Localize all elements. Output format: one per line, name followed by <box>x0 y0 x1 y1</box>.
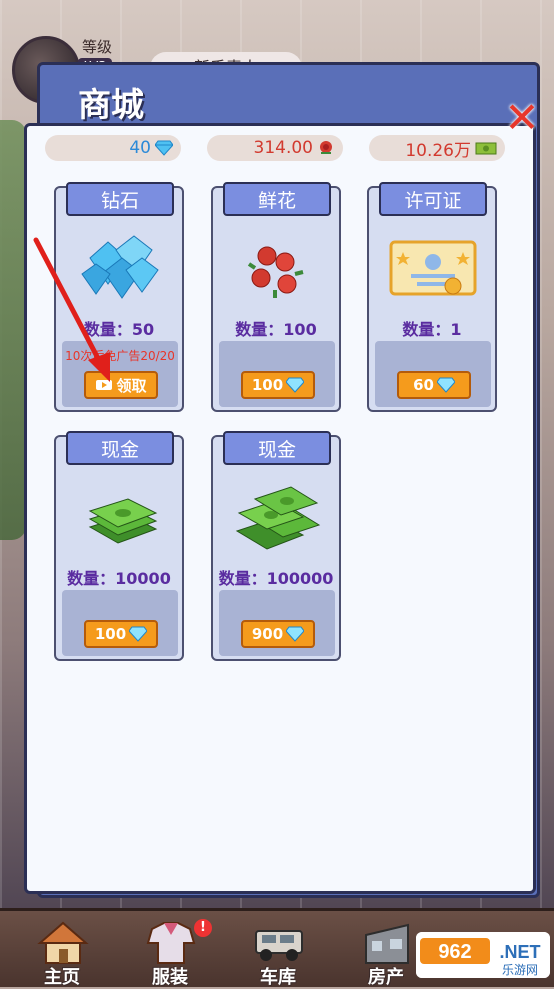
nav-clothing-label: 服装 <box>152 967 188 988</box>
item-footer: 10次后免广告20/20 领取 <box>62 341 178 407</box>
building-icon <box>365 923 409 964</box>
diamond-icon <box>155 140 173 156</box>
item-quantity: 数量：100000 <box>218 569 334 588</box>
item-quantity: 数量：50 <box>83 320 155 339</box>
nav-home-label: 主页 <box>44 967 80 988</box>
clothes-icon <box>146 922 196 964</box>
shop-item-license: 许可证 数量：1 60 <box>367 182 497 412</box>
certificate-icon <box>389 240 477 296</box>
diamond-pile-icon <box>81 235 159 299</box>
item-quantity: 数量：100 <box>235 320 317 339</box>
price-label: 60 <box>413 376 434 394</box>
buy-button[interactable]: 100 <box>241 371 315 399</box>
svg-text:.NET: .NET <box>499 942 540 962</box>
watermark-logo: 962 .NET 乐游网 <box>416 932 550 978</box>
price-label: 900 <box>251 625 284 643</box>
currency-cash-value: 10.26万 <box>405 140 471 161</box>
buy-button[interactable]: 60 <box>397 371 471 399</box>
diamond-icon <box>286 377 305 393</box>
cash-icon <box>475 142 497 155</box>
buy-button[interactable]: 900 <box>241 620 315 648</box>
item-quantity: 数量：10000 <box>67 569 171 588</box>
shop-title: 商城 <box>78 85 144 124</box>
price-label: 100 <box>251 376 284 394</box>
plant-decoration <box>0 120 26 540</box>
currency-flower-value: 314.00 <box>253 138 313 158</box>
nav-home[interactable]: 主页 <box>16 921 108 988</box>
claim-label: 领取 <box>116 376 147 395</box>
item-quantity: 数量：1 <box>402 320 462 339</box>
nav-garage[interactable]: 车库 <box>232 921 324 988</box>
item-footer: 100 <box>219 341 335 407</box>
shop-item-flowers: 鲜花 数量：100 100 <box>211 182 341 412</box>
item-footer: 100 <box>62 590 178 656</box>
roses-icon <box>247 246 304 298</box>
currency-cash: 10.26万 <box>369 135 505 161</box>
video-icon <box>96 380 113 390</box>
claim-button[interactable]: 领取 <box>84 371 158 399</box>
currency-diamond: 40 <box>45 135 181 161</box>
item-footer: 900 <box>219 590 335 656</box>
item-title: 现金 <box>223 431 331 465</box>
item-title: 鲜花 <box>223 182 331 216</box>
nav-garage-label: 车库 <box>260 967 296 988</box>
cash-stack-icon <box>88 498 158 544</box>
rose-icon <box>320 141 332 154</box>
currency-flower: 314.00 <box>207 135 343 161</box>
item-title: 钻石 <box>66 182 174 216</box>
diamond-icon <box>436 377 455 393</box>
car-icon <box>255 930 303 961</box>
house-icon <box>37 921 89 964</box>
shop-item-diamond: 钻石 数量：50 10次后免广告20/20 领取 <box>54 182 184 412</box>
item-footer: 60 <box>375 341 491 407</box>
shop-item-cash-large: 现金 数量：100000 900 <box>211 431 341 661</box>
ad-counter-note: 10次后免广告20/20 <box>65 349 175 363</box>
close-button[interactable]: ✕ <box>500 97 544 139</box>
level-label: 等级 <box>82 38 113 56</box>
price-label: 100 <box>94 625 127 643</box>
close-icon: ✕ <box>504 93 540 142</box>
currency-diamond-value: 40 <box>129 138 151 158</box>
watermark-962-logo: 962 .NET 乐游网 <box>416 932 550 978</box>
svg-text:乐游网: 乐游网 <box>502 963 538 977</box>
notification-badge: ! <box>194 919 212 937</box>
diamond-icon <box>129 626 148 642</box>
item-title: 现金 <box>66 431 174 465</box>
diamond-icon <box>286 626 305 642</box>
buy-button[interactable]: 100 <box>84 620 158 648</box>
nav-clothing[interactable]: ! 服装 <box>124 919 216 988</box>
item-title: 许可证 <box>379 182 487 216</box>
cash-pile-icon <box>235 486 321 550</box>
shop-item-cash-small: 现金 数量：10000 100 <box>54 431 184 661</box>
svg-text:962: 962 <box>438 941 471 963</box>
